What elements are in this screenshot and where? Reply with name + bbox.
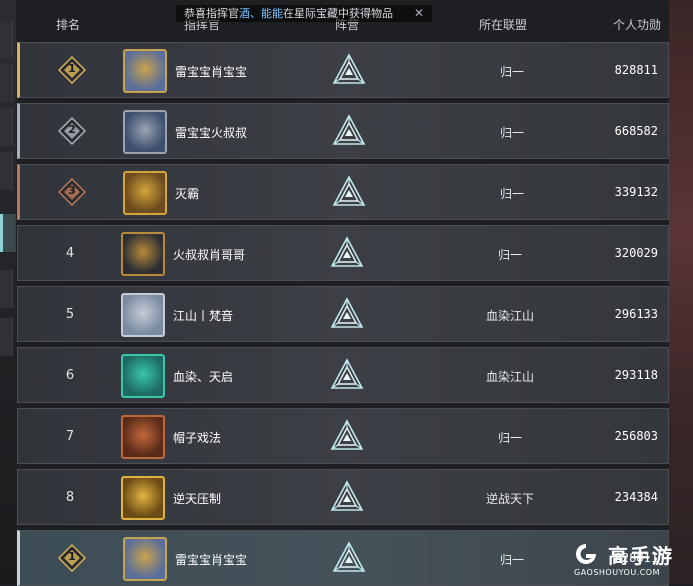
commander-name: 江山丨梵音 bbox=[173, 309, 234, 323]
close-icon[interactable]: ✕ bbox=[414, 5, 424, 22]
commander-avatar[interactable] bbox=[123, 110, 167, 154]
rank-number: 3 bbox=[68, 184, 76, 197]
personal-merit: 828811 bbox=[614, 63, 658, 77]
side-tab[interactable] bbox=[0, 64, 13, 102]
rank-number: 1 bbox=[68, 550, 76, 563]
gaoshouyou-logo-icon bbox=[576, 544, 596, 564]
watermark-brand: 高手游 bbox=[608, 544, 674, 568]
commander-name: 灭霸 bbox=[175, 187, 200, 201]
alliance-name: 逆战天下 bbox=[485, 492, 534, 506]
commander-name: 雷宝宝肖宝宝 bbox=[175, 65, 248, 79]
alliance-name: 归一 bbox=[497, 248, 522, 262]
header-rank: 排名 bbox=[56, 18, 81, 32]
side-tab-active[interactable] bbox=[0, 214, 16, 252]
side-tab[interactable] bbox=[0, 108, 13, 146]
ranking-row[interactable]: 1 雷宝宝肖宝宝 归一 828811 bbox=[17, 42, 669, 98]
ranking-row[interactable]: 3 灭霸 归一 339132 bbox=[17, 164, 669, 220]
side-tab[interactable] bbox=[0, 318, 13, 356]
personal-merit: 293118 bbox=[614, 368, 658, 382]
camp-emblem-icon bbox=[330, 297, 364, 328]
alliance-name: 归一 bbox=[499, 126, 524, 140]
reward-notice: 恭喜指挥官酒、能能在星际宝藏中获得物品 ✕ bbox=[176, 5, 432, 22]
camp-emblem-icon bbox=[330, 358, 364, 389]
notice-suffix: 在星际宝藏中获得物品 bbox=[283, 7, 393, 20]
ranking-row[interactable]: 5 江山丨梵音 血染江山 296133 bbox=[17, 286, 669, 342]
personal-merit: 256803 bbox=[614, 429, 658, 443]
background-art bbox=[669, 0, 693, 584]
watermark: 高手游 GAOSHOUYOU.COM bbox=[568, 540, 693, 584]
ranking-row[interactable]: 4 火叔叔肖哥哥 归一 320029 bbox=[17, 225, 669, 281]
commander-avatar[interactable] bbox=[121, 293, 165, 337]
side-tab[interactable] bbox=[0, 20, 13, 58]
commander-avatar[interactable] bbox=[121, 476, 165, 520]
notice-player-names: 酒、能能 bbox=[239, 7, 283, 20]
commander-name: 血染、天启 bbox=[173, 370, 234, 384]
camp-emblem-icon bbox=[330, 419, 364, 450]
personal-merit: 339132 bbox=[614, 185, 658, 199]
rank-number: 8 bbox=[65, 490, 75, 505]
rank-number: 1 bbox=[68, 62, 76, 75]
watermark-url: GAOSHOUYOU.COM bbox=[574, 568, 661, 577]
rank-number: 5 bbox=[65, 307, 75, 322]
personal-merit: 320029 bbox=[614, 246, 658, 260]
header-alliance: 所在联盟 bbox=[479, 18, 528, 32]
camp-emblem-icon bbox=[332, 175, 366, 206]
ranking-row[interactable]: 6 血染、天启 血染江山 293118 bbox=[17, 347, 669, 403]
camp-emblem-icon bbox=[330, 236, 364, 267]
rank-number: 7 bbox=[65, 429, 75, 444]
alliance-name: 血染江山 bbox=[485, 370, 534, 384]
header-merit: 个人功勋 bbox=[613, 18, 662, 32]
camp-emblem-icon bbox=[332, 114, 366, 145]
camp-emblem-icon bbox=[330, 480, 364, 511]
commander-name: 雷宝宝肖宝宝 bbox=[175, 553, 248, 567]
commander-avatar[interactable] bbox=[123, 537, 167, 581]
alliance-name: 归一 bbox=[499, 187, 524, 201]
commander-name: 雷宝宝火叔叔 bbox=[175, 126, 248, 140]
commander-avatar[interactable] bbox=[123, 171, 167, 215]
commander-name: 火叔叔肖哥哥 bbox=[173, 248, 246, 262]
commander-avatar[interactable] bbox=[121, 415, 165, 459]
alliance-name: 归一 bbox=[497, 431, 522, 445]
side-tab[interactable] bbox=[0, 152, 13, 190]
left-side-tabs bbox=[0, 0, 16, 584]
commander-avatar[interactable] bbox=[123, 49, 167, 93]
camp-emblem-icon bbox=[332, 541, 366, 572]
rank-number: 4 bbox=[65, 246, 75, 261]
notice-prefix: 恭喜指挥官 bbox=[184, 7, 239, 20]
commander-name: 逆天压制 bbox=[173, 492, 222, 506]
rank-number: 2 bbox=[68, 123, 76, 136]
personal-merit: 234384 bbox=[614, 490, 658, 504]
commander-avatar[interactable] bbox=[121, 232, 165, 276]
ranking-row[interactable]: 8 逆天压制 逆战天下 234384 bbox=[17, 469, 669, 525]
ranking-row[interactable]: 7 帽子戏法 归一 256803 bbox=[17, 408, 669, 464]
alliance-name: 血染江山 bbox=[485, 309, 534, 323]
side-tab[interactable] bbox=[0, 270, 13, 308]
alliance-name: 归一 bbox=[499, 65, 524, 79]
rank-number: 6 bbox=[65, 368, 75, 383]
personal-merit: 296133 bbox=[614, 307, 658, 321]
personal-merit: 668582 bbox=[614, 124, 658, 138]
camp-emblem-icon bbox=[332, 53, 366, 84]
commander-name: 帽子戏法 bbox=[173, 431, 222, 445]
ranking-row[interactable]: 2 雷宝宝火叔叔 归一 668582 bbox=[17, 103, 669, 159]
commander-avatar[interactable] bbox=[121, 354, 165, 398]
